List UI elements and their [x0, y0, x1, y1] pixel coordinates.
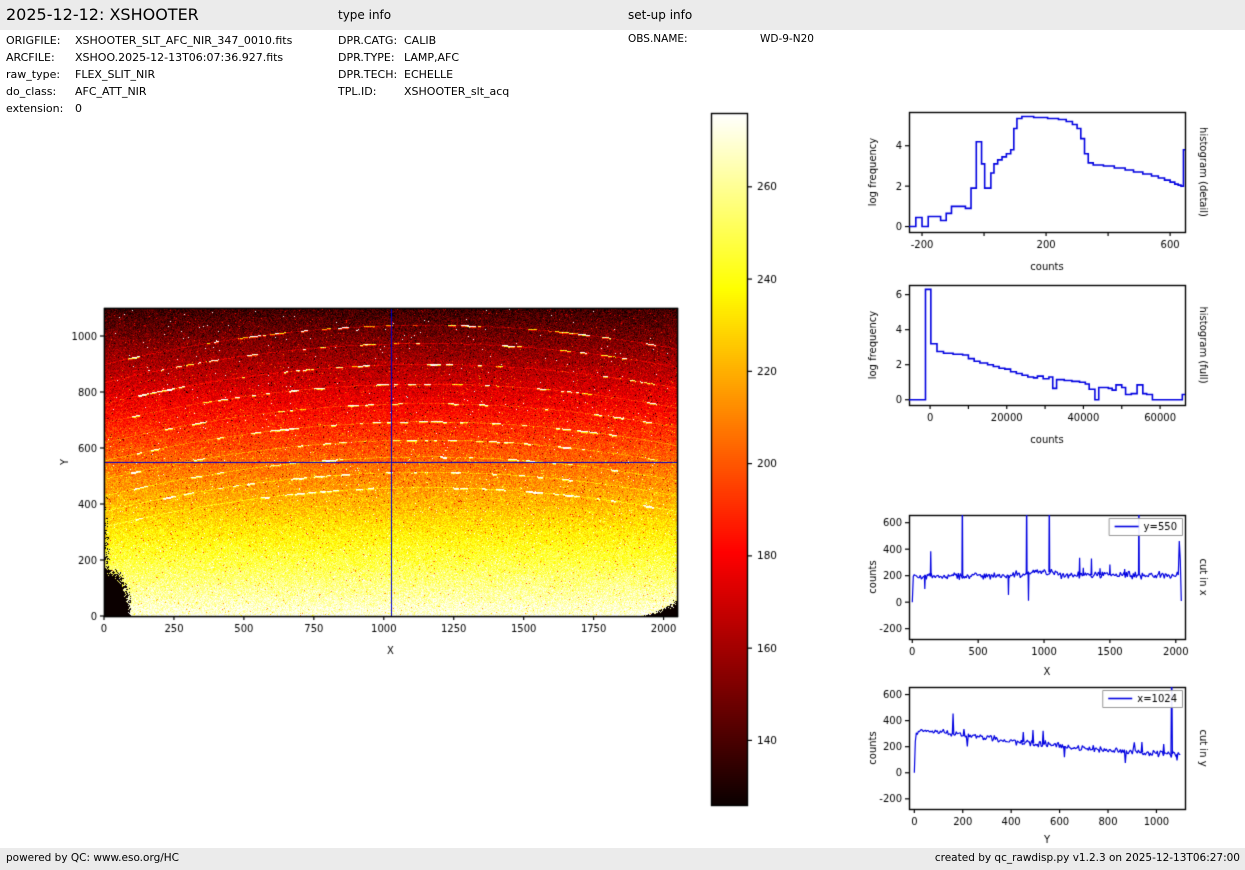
file-info-row: ORIGFILE: XSHOOTER_SLT_AFC_NIR_347_0010.f…: [6, 34, 292, 47]
field-label: do_class:: [6, 85, 57, 98]
field-label: DPR.TYPE:: [338, 51, 395, 64]
page-title: 2025-12-12: XSHOOTER: [6, 5, 199, 24]
file-info-row: extension: 0: [6, 102, 82, 115]
file-info-row: do_class: AFC_ATT_NIR: [6, 85, 147, 98]
file-info-row: raw_type: FLEX_SLIT_NIR: [6, 68, 155, 81]
field-value: FLEX_SLIT_NIR: [75, 68, 156, 81]
file-info-row: ARCFILE: XSHOO.2025-12-13T06:07:36.927.fi…: [6, 51, 283, 64]
field-value: 0: [75, 102, 82, 115]
type-info-row: TPL.ID: XSHOOTER_slt_acq: [338, 85, 509, 98]
section-label-type-info: type info: [338, 8, 392, 22]
field-label: ORIGFILE:: [6, 34, 61, 47]
type-info-row: DPR.CATG: CALIB: [338, 34, 436, 47]
colorbar: [695, 100, 810, 815]
section-label-setup-info: set-up info: [628, 8, 693, 22]
field-value: XSHOO.2025-12-13T06:07:36.927.fits: [75, 51, 284, 64]
type-info-row: DPR.TECH: ECHELLE: [338, 68, 453, 81]
field-label: extension:: [6, 102, 64, 115]
field-value: AFC_ATT_NIR: [75, 85, 147, 98]
field-label: OBS.NAME:: [628, 33, 688, 45]
cut-in-x-figure: [858, 505, 1245, 690]
footer-left-text: powered by QC: www.eso.org/HC: [6, 852, 180, 864]
field-label: TPL.ID:: [338, 85, 377, 98]
histogram-full-figure: [858, 272, 1245, 457]
qc-report-page: 2025-12-12: XSHOOTER type info set-up in…: [0, 0, 1245, 870]
field-label: DPR.CATG:: [338, 34, 398, 47]
field-label: ARCFILE:: [6, 51, 55, 64]
field-value: XSHOOTER_slt_acq: [404, 85, 510, 98]
field-value: WD-9-N20: [760, 33, 814, 45]
footer-bar: powered by QC: www.eso.org/HC created by…: [0, 848, 1245, 870]
footer-right-text: created by qc_rawdisp.py v1.2.3 on 2025-…: [934, 852, 1240, 864]
histogram-detail-figure: [858, 92, 1245, 282]
field-value: CALIB: [404, 34, 437, 47]
field-label: raw_type:: [6, 68, 61, 81]
type-info-row: DPR.TYPE: LAMP,AFC: [338, 51, 459, 64]
field-value: ECHELLE: [404, 68, 454, 81]
field-value: XSHOOTER_SLT_AFC_NIR_347_0010.fits: [75, 34, 293, 47]
field-label: DPR.TECH:: [338, 68, 398, 81]
field-value: LAMP,AFC: [404, 51, 460, 64]
cut-in-y-figure: [858, 677, 1245, 849]
setup-info-row: OBS.NAME: WD-9-N20: [628, 33, 814, 45]
raw-detector-image-figure: [55, 288, 700, 663]
